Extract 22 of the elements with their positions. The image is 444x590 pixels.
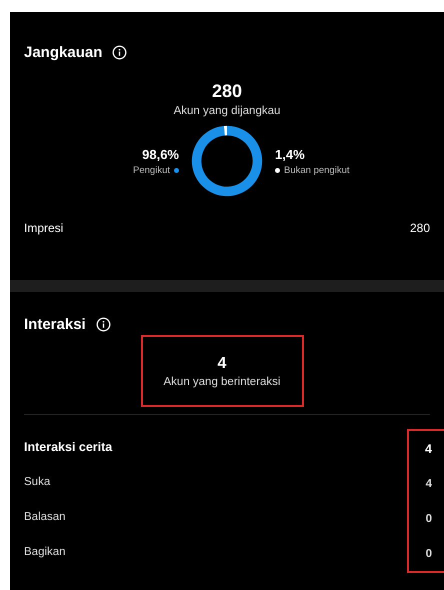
interaction-count: 4 (218, 354, 226, 372)
info-icon[interactable] (112, 45, 128, 60)
reach-label: Akun yang dijangkau (174, 105, 280, 117)
info-icon[interactable] (96, 317, 111, 332)
metric-label: Suka (24, 474, 52, 490)
section-title: Jangkauan (24, 44, 102, 61)
metric-label: Interaksi cerita (24, 438, 112, 456)
legend-label: Pengikut (133, 164, 170, 176)
legend-label: Bukan pengikut (284, 164, 350, 176)
metric-value: 4 (425, 440, 432, 458)
metric-label: Balasan (24, 510, 67, 524)
metric-label: Bagikan (24, 544, 67, 560)
metric-value: 4 (426, 476, 432, 492)
stat-label: Impresi (24, 221, 64, 235)
percent-value: 1,4% (275, 146, 306, 162)
percent-value: 98,6% (141, 146, 179, 162)
section-title: Interaksi (24, 316, 86, 333)
metric-value: 0 (426, 512, 432, 526)
metric-value: 0 (426, 546, 432, 562)
reach-count: 280 (212, 81, 242, 102)
interaction-label: Akun yang berinteraksi (164, 376, 280, 388)
stat-value: 280 (410, 221, 430, 235)
